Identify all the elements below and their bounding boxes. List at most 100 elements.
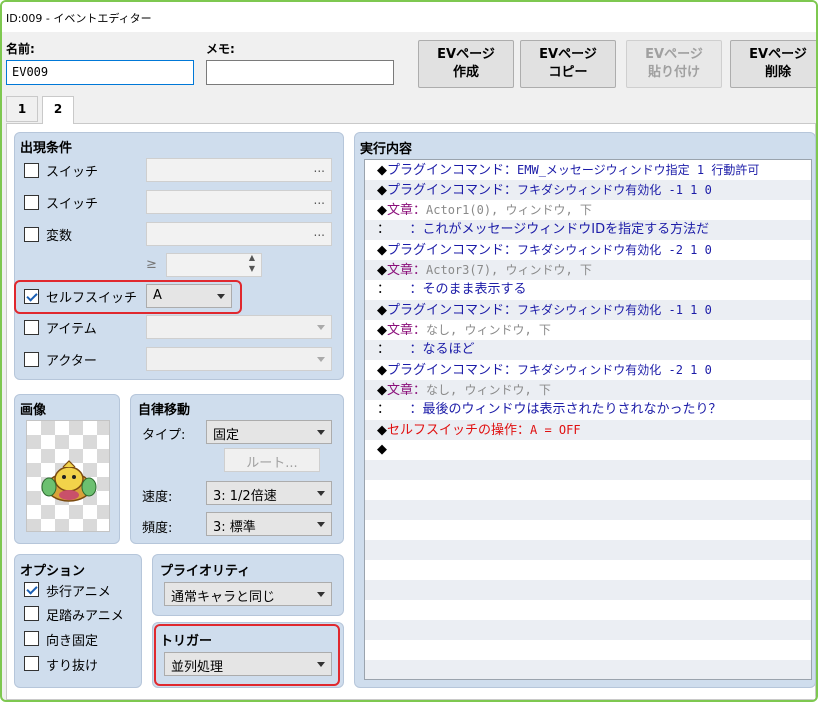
command-body: なるほど — [422, 342, 475, 357]
event-editor-window: ID:009 - イベントエディター 名前: EV009 メモ: EVページ 作… — [0, 0, 818, 702]
command-mark: ◆ — [377, 303, 387, 318]
command-body: A = OFF — [530, 423, 581, 437]
empty-row[interactable] — [365, 640, 811, 660]
command-row[interactable]: ◆プラグインコマンド：フキダシウィンドウ有効化 -2 1 0 — [365, 360, 811, 380]
chevron-down-icon — [317, 357, 325, 362]
empty-row[interactable] — [365, 580, 811, 600]
ev-page-copy-button[interactable]: EVページ コピー — [520, 40, 616, 88]
empty-row[interactable] — [365, 500, 811, 520]
conditions-title: 出現条件 — [20, 141, 73, 156]
command-row[interactable]: ： ：最後のウィンドウは表示されたりされなかったり？ — [365, 400, 811, 420]
switch1-select[interactable]: ... — [146, 158, 332, 182]
command-row[interactable]: ◆文章：なし, ウィンドウ, 下 — [365, 320, 811, 340]
command-mark: ◆ — [377, 423, 387, 438]
direction-fix-checkbox[interactable] — [24, 631, 39, 646]
command-head: プラグインコマンド： — [387, 303, 518, 318]
command-body: フキダシウィンドウ有効化 -1 1 0 — [517, 183, 712, 197]
paste-line1: EVページ — [645, 47, 703, 62]
command-body: Actor1(0), ウィンドウ, 下 — [426, 203, 592, 217]
tab-page-1[interactable]: 1 — [6, 96, 38, 122]
empty-row[interactable] — [365, 600, 811, 620]
command-row[interactable]: ◆セルフスイッチの操作：A = OFF — [365, 420, 811, 440]
command-row[interactable]: ◆プラグインコマンド：フキダシウィンドウ有効化 -1 1 0 — [365, 180, 811, 200]
command-row[interactable]: ◆ — [365, 440, 811, 460]
switch1-ellipsis: ... — [313, 161, 325, 175]
empty-row[interactable] — [365, 560, 811, 580]
command-row[interactable]: ： ：なるほど — [365, 340, 811, 360]
self-switch-checkbox[interactable] — [24, 289, 39, 304]
chevron-down-icon — [317, 491, 325, 496]
trigger-title: トリガー — [160, 634, 213, 649]
variable-checkbox[interactable] — [24, 227, 39, 242]
variable-label: 変数 — [46, 229, 73, 244]
movement-type-select[interactable]: 固定 — [206, 420, 332, 444]
command-body: フキダシウィンドウ有効化 -2 1 0 — [517, 363, 712, 377]
command-row[interactable]: ： ：これがメッセージウィンドウIDを指定する方法だ — [365, 220, 811, 240]
command-row[interactable]: ◆文章：Actor3(7), ウィンドウ, 下 — [365, 260, 811, 280]
command-mark: ◆ — [377, 263, 387, 278]
command-body: これがメッセージウィンドウIDを指定する方法だ — [422, 222, 710, 237]
empty-row[interactable] — [365, 540, 811, 560]
chevron-down-icon — [317, 325, 325, 330]
actor-select[interactable] — [146, 347, 332, 371]
switch2-select[interactable]: ... — [146, 190, 332, 214]
trigger-select[interactable]: 並列処理 — [164, 652, 332, 676]
trigger-value: 並列処理 — [171, 660, 224, 675]
command-head: プラグインコマンド： — [387, 183, 518, 198]
name-input[interactable]: EV009 — [6, 60, 194, 85]
command-head: ： — [383, 342, 423, 357]
switch1-checkbox[interactable] — [24, 163, 39, 178]
chevron-down-icon — [317, 662, 325, 667]
command-row[interactable]: ： ：そのまま表示する — [365, 280, 811, 300]
command-body: フキダシウィンドウ有効化 -2 1 0 — [517, 243, 712, 257]
command-row[interactable]: ◆プラグインコマンド：EMW_メッセージウィンドウ指定 1 行動許可 — [365, 160, 811, 180]
command-head: プラグインコマンド： — [387, 243, 518, 258]
step-anim-checkbox[interactable] — [24, 606, 39, 621]
self-switch-select[interactable]: A — [146, 284, 232, 308]
event-command-list[interactable]: ◆プラグインコマンド：EMW_メッセージウィンドウ指定 1 行動許可 ◆プラグイン… — [364, 159, 812, 680]
priority-select[interactable]: 通常キャラと同じ — [164, 582, 332, 606]
switch2-checkbox[interactable] — [24, 195, 39, 210]
empty-row[interactable] — [365, 660, 811, 679]
variable-select[interactable]: ... — [146, 222, 332, 246]
switch2-label: スイッチ — [46, 197, 99, 212]
item-checkbox[interactable] — [24, 320, 39, 335]
through-label: すり抜け — [46, 659, 99, 674]
command-body: Actor3(7), ウィンドウ, 下 — [426, 263, 592, 277]
event-image-preview[interactable] — [26, 420, 110, 532]
variable-value-spinner[interactable]: ▲ ▼ — [166, 253, 262, 277]
empty-row[interactable] — [365, 520, 811, 540]
spin-down-icon[interactable]: ▼ — [249, 264, 255, 273]
priority-value: 通常キャラと同じ — [171, 590, 276, 605]
empty-row[interactable] — [365, 480, 811, 500]
route-button[interactable]: ルート... — [224, 448, 320, 472]
actor-checkbox[interactable] — [24, 352, 39, 367]
ev-page-paste-button[interactable]: EVページ 貼り付け — [626, 40, 722, 88]
spin-up-icon[interactable]: ▲ — [249, 253, 255, 262]
command-row[interactable]: ◆文章：Actor1(0), ウィンドウ, 下 — [365, 200, 811, 220]
memo-input[interactable] — [206, 60, 394, 85]
ev-page-delete-button[interactable]: EVページ 削除 — [730, 40, 816, 88]
command-body: なし, ウィンドウ, 下 — [426, 323, 551, 337]
speed-select[interactable]: 3: 1/2倍速 — [206, 481, 332, 505]
delete-line2: 削除 — [764, 65, 791, 80]
command-row[interactable]: ◆プラグインコマンド：フキダシウィンドウ有効化 -2 1 0 — [365, 240, 811, 260]
empty-row[interactable] — [365, 620, 811, 640]
walk-anim-checkbox[interactable] — [24, 582, 39, 597]
tab-page-2[interactable]: 2 — [42, 96, 74, 124]
chevron-down-icon — [317, 430, 325, 435]
command-row[interactable]: ◆プラグインコマンド：フキダシウィンドウ有効化 -1 1 0 — [365, 300, 811, 320]
command-mark: ◆ — [377, 323, 387, 338]
paste-line2: 貼り付け — [647, 65, 700, 80]
command-head: セルフスイッチの操作： — [387, 423, 531, 438]
empty-row[interactable] — [365, 460, 811, 480]
ev-page-create-button[interactable]: EVページ 作成 — [418, 40, 514, 88]
frequency-value: 3: 標準 — [213, 520, 256, 535]
memo-label: メモ: — [206, 42, 235, 56]
step-anim-label: 足踏みアニメ — [46, 609, 124, 624]
frequency-select[interactable]: 3: 標準 — [206, 512, 332, 536]
walk-anim-label: 歩行アニメ — [46, 585, 111, 600]
item-select[interactable] — [146, 315, 332, 339]
command-row[interactable]: ◆文章：なし, ウィンドウ, 下 — [365, 380, 811, 400]
through-checkbox[interactable] — [24, 656, 39, 671]
